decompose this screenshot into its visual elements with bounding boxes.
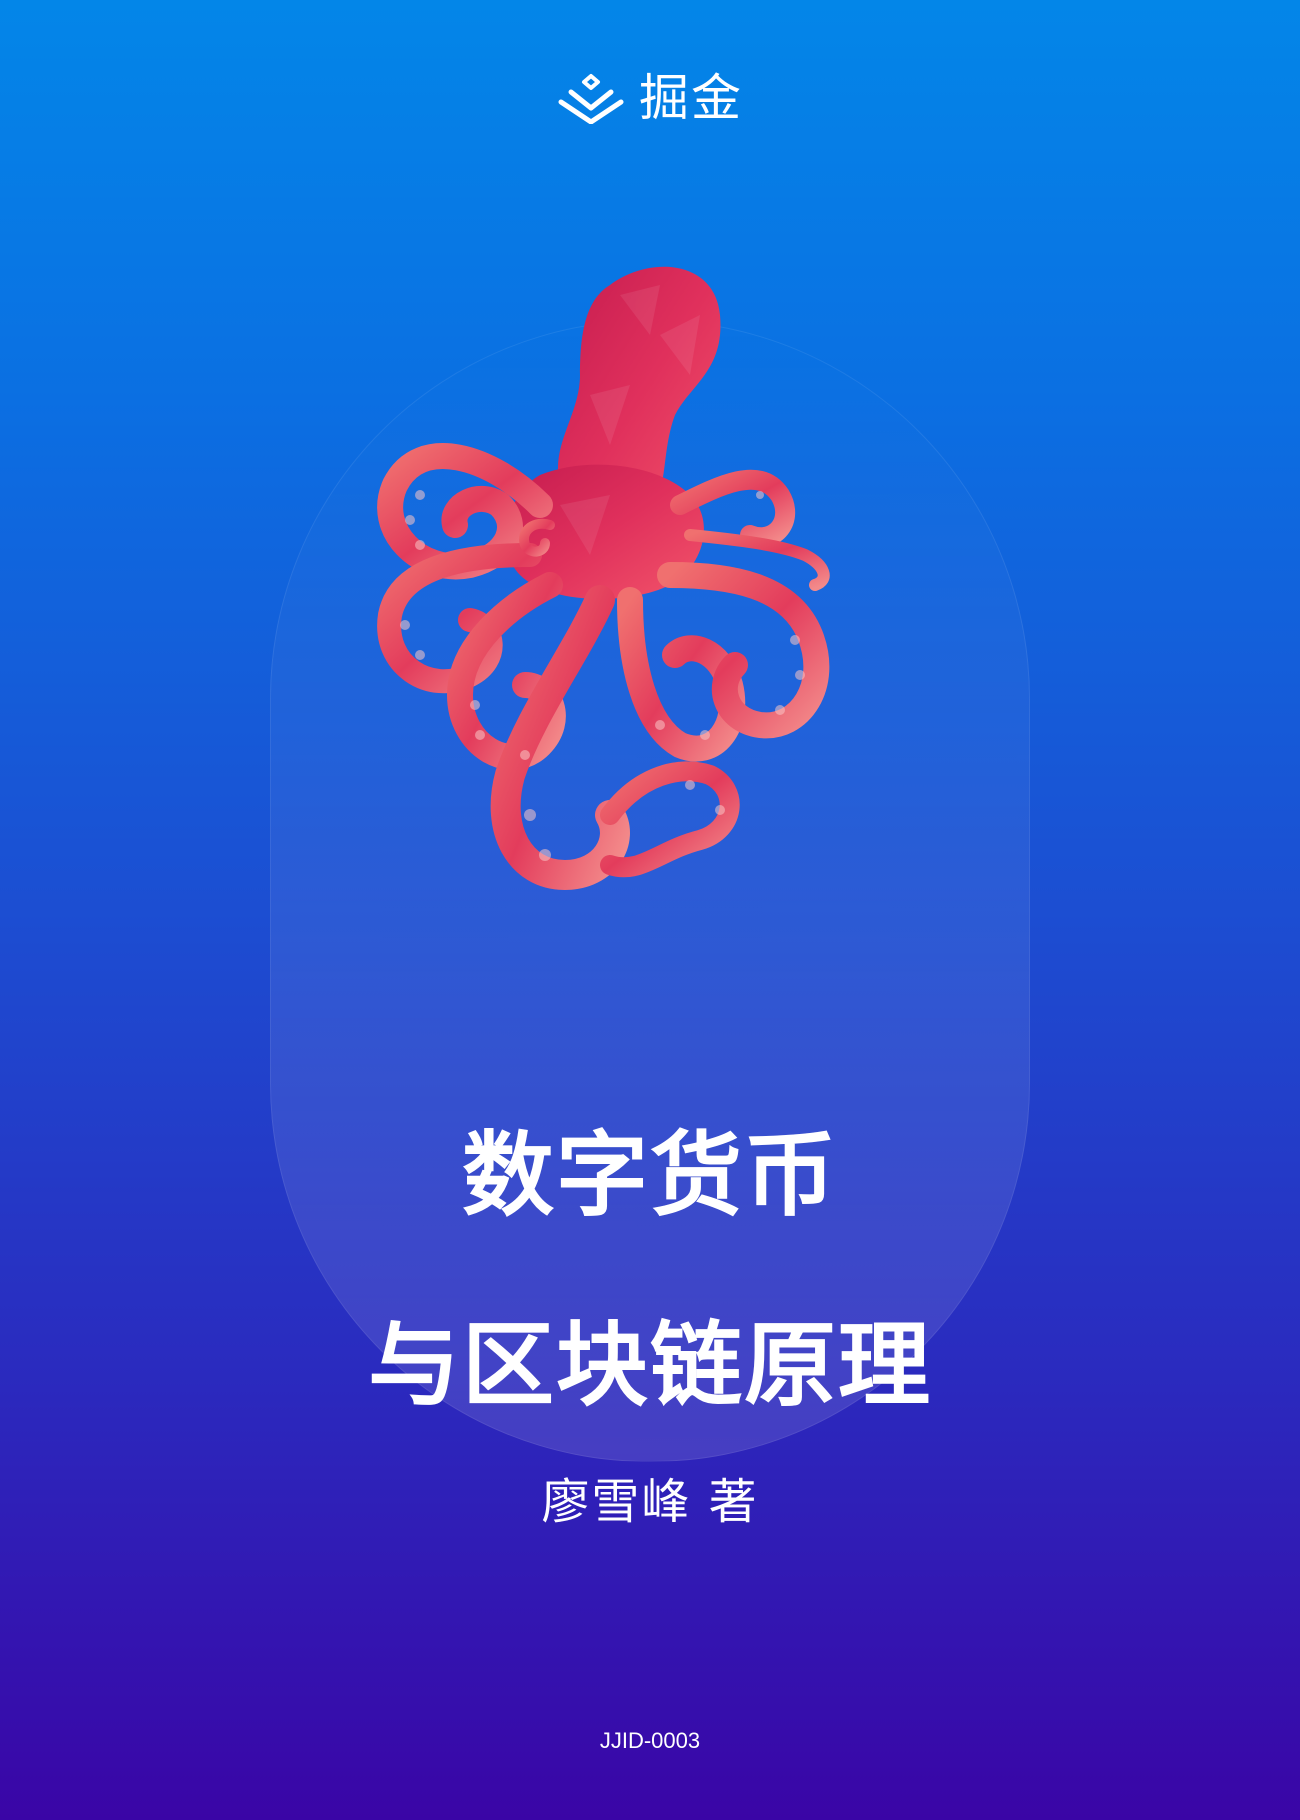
octopus-illustration: [377, 266, 830, 891]
book-code: JJID-0003: [599, 1728, 701, 1753]
book-title-line1: 数字货币: [461, 1122, 838, 1229]
book-title-line2: 与区块链原理: [367, 1312, 932, 1419]
brand-logo: 掘金: [0, 72, 1300, 124]
book-author: 廖雪峰 著: [541, 1474, 759, 1530]
juejin-logo-icon: [558, 74, 624, 124]
brand-name: 掘金: [639, 69, 743, 127]
book-cover: 掘金 数字货币 与区块链原理 廖雪峰 著 JJID-0003: [0, 0, 1300, 1820]
